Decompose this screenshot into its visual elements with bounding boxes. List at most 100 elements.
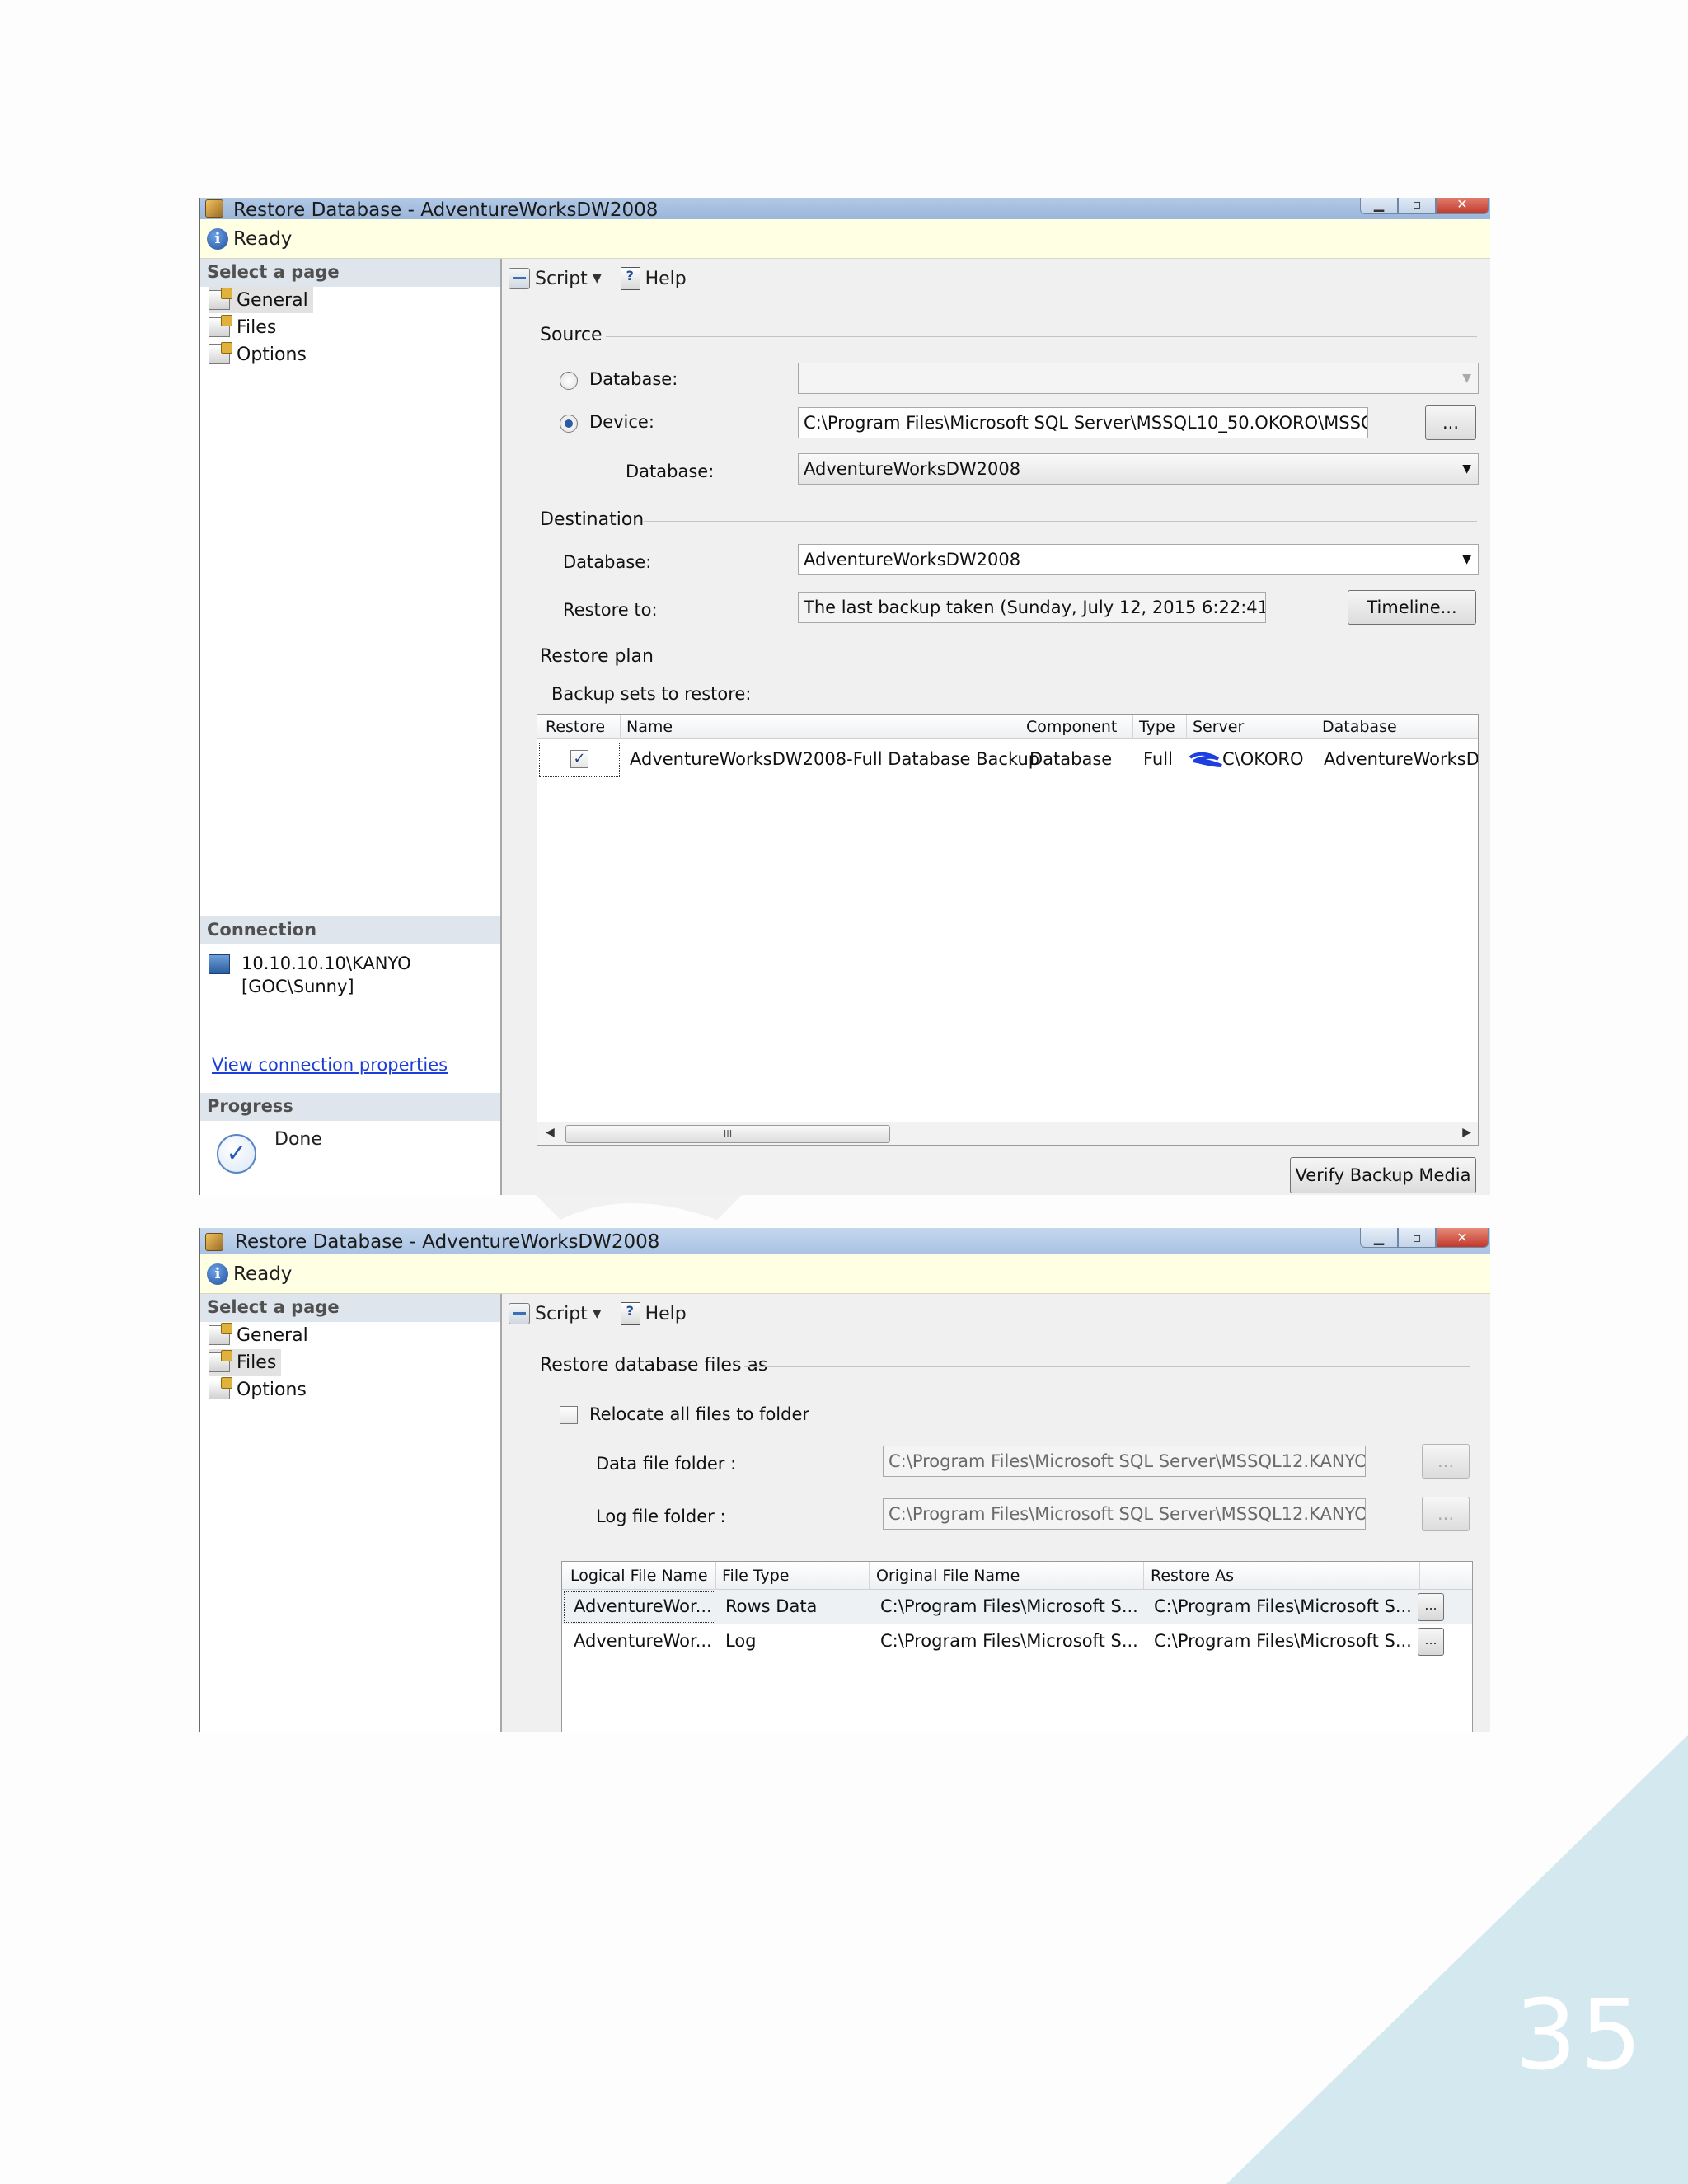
data-folder-browse-button[interactable]: ... [1422, 1444, 1470, 1479]
table-row[interactable]: AdventureWor... Log C:\Program Files\Mic… [562, 1624, 1472, 1659]
relocate-checkbox[interactable] [560, 1406, 578, 1424]
restore-files-group: Restore database files as [540, 1355, 1477, 1378]
select-a-page-heading: Select a page [200, 259, 500, 287]
chevron-down-icon: ▼ [1462, 462, 1471, 476]
source-sub-database-dropdown[interactable]: AdventureWorksDW2008 ▼ [798, 453, 1479, 485]
chevron-down-icon[interactable]: ▼ [593, 1307, 602, 1320]
device-radio[interactable] [560, 415, 578, 433]
device-path-field[interactable]: C:\Program Files\Microsoft SQL Server\MS… [798, 407, 1368, 438]
close-icon[interactable]: ✕ [1436, 198, 1489, 214]
log-file-folder-field[interactable]: C:\Program Files\Microsoft SQL Server\MS… [883, 1498, 1366, 1530]
window-controls: ▁ ▫ ✕ [1360, 198, 1489, 214]
restore-as: C:\Program Files\Microsoft S... [1154, 1596, 1412, 1616]
nav-item-files[interactable]: Files [209, 314, 276, 340]
divider [1186, 715, 1187, 739]
source-database-dropdown[interactable]: ▼ [798, 363, 1479, 394]
scroll-right-icon[interactable]: ▶ [1462, 1126, 1471, 1139]
connection-heading: Connection [200, 916, 500, 944]
column-header-server[interactable]: Server [1193, 718, 1244, 736]
toolbar: Script ▼ Help [509, 1297, 696, 1330]
database-radio[interactable] [560, 372, 578, 390]
minimize-icon[interactable]: ▁ [1360, 1228, 1398, 1248]
minimize-icon[interactable]: ▁ [1360, 198, 1398, 214]
script-label: Script [535, 268, 588, 289]
maximize-icon[interactable]: ▫ [1398, 198, 1436, 214]
backup-sets-label: Backup sets to restore: [551, 684, 752, 704]
nav-item-options[interactable]: Options [209, 341, 307, 368]
page-icon [209, 315, 232, 337]
script-label: Script [535, 1303, 588, 1324]
table-row[interactable]: AdventureWor... Rows Data C:\Program Fil… [562, 1590, 1472, 1624]
connection-user: [GOC\Sunny] [241, 977, 354, 996]
nav-item-options[interactable]: Options [209, 1376, 307, 1403]
nav-item-files[interactable]: Files [209, 1349, 282, 1376]
source-database-label: Database: [589, 369, 678, 389]
help-button[interactable]: Help [620, 1302, 687, 1325]
script-icon [509, 268, 530, 289]
redaction-scribble [1189, 752, 1222, 767]
chevron-down-icon[interactable]: ▼ [593, 272, 602, 285]
log-folder-browse-button[interactable]: ... [1422, 1497, 1470, 1531]
restore-as: C:\Program Files\Microsoft S... [1154, 1631, 1412, 1651]
status-bar: i Ready [200, 219, 1490, 259]
restore-as-browse-button[interactable]: ... [1418, 1628, 1444, 1656]
verify-backup-media-button[interactable]: Verify Backup Media [1290, 1157, 1476, 1193]
status-text: Ready [233, 228, 293, 250]
app-icon [205, 1233, 223, 1251]
window-title: Restore Database - AdventureWorksDW2008 [233, 199, 659, 221]
close-icon[interactable]: ✕ [1436, 1228, 1489, 1248]
nav-item-label: Files [237, 1352, 277, 1373]
restore-files-heading: Restore database files as [540, 1355, 768, 1376]
column-header-file-type[interactable]: File Type [722, 1567, 789, 1585]
nav-item-label: Options [237, 1379, 307, 1400]
script-icon [509, 1303, 530, 1324]
restore-database-files-screenshot: Restore Database - AdventureWorksDW2008 … [199, 1228, 1490, 1732]
destination-database-dropdown[interactable]: AdventureWorksDW2008 ▼ [798, 544, 1479, 575]
script-button[interactable]: Script ▼ [509, 1303, 602, 1324]
backup-type: Full [1143, 749, 1173, 769]
view-connection-properties-link[interactable]: View connection properties [212, 1055, 448, 1075]
divider [606, 336, 1477, 337]
script-button[interactable]: Script ▼ [509, 268, 602, 289]
divider [620, 715, 621, 739]
device-browse-button[interactable]: ... [1425, 405, 1476, 440]
right-pane: Script ▼ Help Restore database files as … [504, 1294, 1490, 1732]
status-bar: i Ready [200, 1254, 1490, 1294]
destination-heading: Destination [540, 509, 645, 530]
scroll-left-icon[interactable]: ◀ [546, 1126, 555, 1139]
column-header-restore-as[interactable]: Restore As [1151, 1567, 1234, 1585]
horizontal-scrollbar[interactable]: ◀ III ▶ [537, 1122, 1478, 1145]
scroll-thumb[interactable]: III [565, 1125, 890, 1143]
help-icon [620, 1302, 640, 1325]
column-header-logical-file-name[interactable]: Logical File Name [570, 1567, 708, 1585]
divider [644, 521, 1477, 522]
title-bar: Restore Database - AdventureWorksDW2008 … [200, 1228, 1490, 1254]
maximize-icon[interactable]: ▫ [1398, 1228, 1436, 1248]
nav-item-general[interactable]: General [209, 287, 313, 313]
source-heading: Source [540, 325, 603, 345]
backup-sets-grid[interactable]: Restore Name Component Type Server Datab… [537, 714, 1479, 1146]
file-type: Rows Data [725, 1596, 818, 1616]
database-files-grid[interactable]: Logical File Name File Type Original Fil… [561, 1561, 1473, 1732]
divider [744, 1366, 1470, 1367]
device-label: Device: [589, 412, 654, 432]
column-header-restore[interactable]: Restore [546, 718, 605, 736]
destination-group: Destination [540, 509, 1477, 532]
left-pane: Select a page General Files Options Conn… [200, 259, 502, 1195]
help-button[interactable]: Help [620, 267, 687, 290]
chevron-down-icon: ▼ [1462, 553, 1471, 566]
column-header-database[interactable]: Database [1322, 718, 1397, 736]
timeline-button[interactable]: Timeline... [1348, 590, 1476, 625]
column-header-type[interactable]: Type [1139, 718, 1175, 736]
restore-to-field: The last backup taken (Sunday, July 12, … [798, 592, 1266, 623]
relocate-label: Relocate all files to folder [589, 1404, 810, 1424]
page-number: 35 [1515, 1978, 1646, 2092]
nav-item-general[interactable]: General [209, 1322, 308, 1348]
data-file-folder-field[interactable]: C:\Program Files\Microsoft SQL Server\MS… [883, 1446, 1366, 1477]
restore-as-browse-button[interactable]: ... [1418, 1593, 1444, 1621]
column-header-original-file-name[interactable]: Original File Name [876, 1567, 1020, 1585]
column-header-name[interactable]: Name [626, 718, 673, 736]
column-header-component[interactable]: Component [1026, 718, 1117, 736]
page-icon [209, 1350, 232, 1372]
restore-checkbox[interactable]: ✓ [570, 750, 588, 768]
